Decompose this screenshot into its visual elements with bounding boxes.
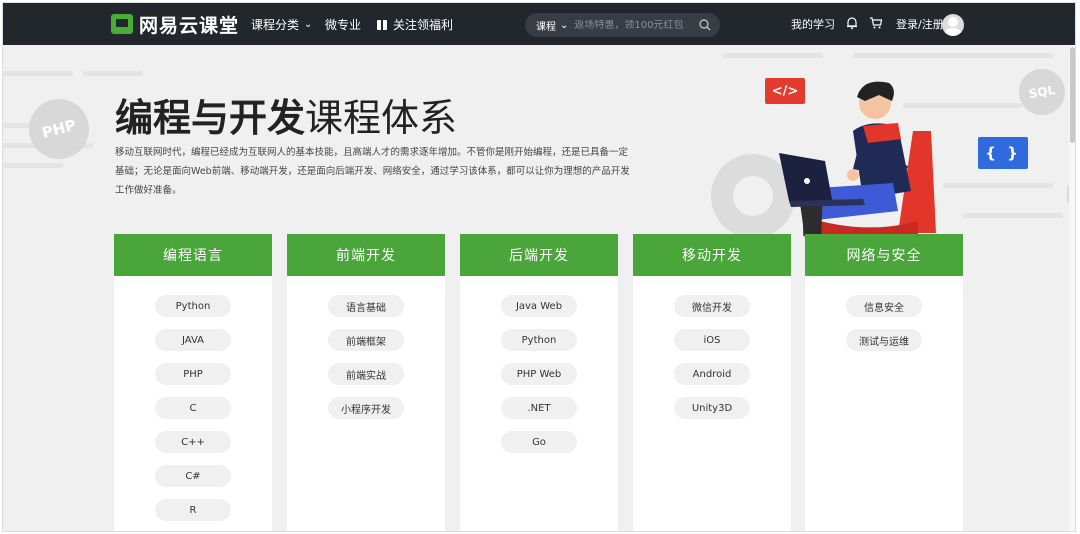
category-item-pill[interactable]: Python — [501, 329, 577, 351]
avatar[interactable] — [942, 14, 964, 36]
category-item-pill[interactable]: PHP Web — [501, 363, 577, 385]
category-card-title[interactable]: 移动开发 — [633, 234, 791, 276]
top-navigation-bar: 网易云课堂 课程分类 ⌄ 微专业 关注领福利 课程 ⌄ 我的学习 — [3, 3, 1075, 45]
category-item-list: Python JAVA PHP C C++ C# R — [114, 276, 272, 521]
logo-text: 网易云课堂 — [139, 14, 240, 37]
category-card: 网络与安全信息安全测试与运维 — [805, 234, 963, 531]
category-item-pill[interactable]: 测试与运维 — [846, 329, 922, 351]
nav-course-category-label: 课程分类 — [251, 18, 300, 32]
category-item-pill[interactable]: 小程序开发 — [328, 397, 404, 419]
category-item-list: 微信开发 iOS Android Unity3D — [633, 276, 791, 419]
category-item-list: 信息安全 测试与运维 — [805, 276, 963, 351]
category-item-pill[interactable]: C++ — [155, 431, 231, 453]
category-item-pill[interactable]: 语言基础 — [328, 295, 404, 317]
cart-icon[interactable] — [869, 16, 883, 30]
bg-line — [83, 71, 143, 76]
bg-line — [3, 71, 73, 76]
bg-line — [723, 53, 823, 58]
nav-course-category[interactable]: 课程分类 ⌄ — [251, 16, 312, 33]
category-item-pill[interactable]: JAVA — [155, 329, 231, 351]
category-card-title[interactable]: 后端开发 — [460, 234, 618, 276]
bg-line — [3, 163, 63, 168]
category-item-pill[interactable]: Java Web — [501, 295, 577, 317]
category-card: 后端开发 Java Web Python PHP Web .NET Go — [460, 234, 618, 531]
sql-badge: SQL — [1015, 65, 1069, 119]
category-item-pill[interactable]: C — [155, 397, 231, 419]
page-description: 移动互联网时代，编程已经成为互联网人的基本技能，且高端人才的需求逐年增加。不管你… — [115, 147, 630, 196]
category-item-pill[interactable]: iOS — [674, 329, 750, 351]
category-item-pill[interactable]: PHP — [155, 363, 231, 385]
category-card: 移动开发微信开发 iOS Android Unity3D — [633, 234, 791, 531]
developer-illustration — [711, 81, 936, 239]
bg-line — [943, 183, 1053, 188]
nav-follow-gift-label: 关注领福利 — [393, 18, 454, 32]
category-card: 编程语言 Python JAVA PHP C C++ C# R — [114, 234, 272, 531]
category-item-pill[interactable]: 前端实战 — [328, 363, 404, 385]
category-card: 前端开发语言基础前端框架前端实战小程序开发 — [287, 234, 445, 531]
category-item-pill[interactable]: C# — [155, 465, 231, 487]
chevron-down-icon: ⌄ — [560, 19, 569, 31]
category-card-title[interactable]: 前端开发 — [287, 234, 445, 276]
bell-icon[interactable] — [845, 16, 859, 30]
category-item-pill[interactable]: Android — [674, 363, 750, 385]
scrollbar-thumb[interactable] — [1070, 47, 1075, 143]
category-card-title[interactable]: 编程语言 — [114, 234, 272, 276]
category-item-pill[interactable]: 信息安全 — [846, 295, 922, 317]
nav-micro-major[interactable]: 微专业 — [325, 16, 361, 33]
site-logo[interactable]: 网易云课堂 — [111, 12, 240, 37]
search-box: 课程 ⌄ — [525, 13, 720, 37]
my-study-link[interactable]: 我的学习 — [791, 16, 835, 32]
page-frame: 网易云课堂 课程分类 ⌄ 微专业 关注领福利 课程 ⌄ 我的学习 — [2, 2, 1076, 532]
bg-line — [963, 213, 1063, 218]
category-item-pill[interactable]: Go — [501, 431, 577, 453]
category-item-pill[interactable]: Unity3D — [674, 397, 750, 419]
page-title: 编程与开发课程体系 — [115, 87, 457, 142]
search-input[interactable] — [574, 19, 695, 31]
category-item-list: Java Web Python PHP Web .NET Go — [460, 276, 618, 453]
category-card-title[interactable]: 网络与安全 — [805, 234, 963, 276]
search-icon[interactable] — [698, 18, 712, 32]
php-badge: PHP — [22, 92, 96, 166]
page-title-light: 课程体系 — [305, 96, 458, 140]
brace-badge: { } — [978, 137, 1028, 169]
bg-line — [853, 53, 1053, 58]
category-item-pill[interactable]: 微信开发 — [674, 295, 750, 317]
nav-micro-major-label: 微专业 — [325, 18, 362, 32]
category-item-pill[interactable]: R — [155, 499, 231, 521]
nav-follow-gift[interactable]: 关注领福利 — [377, 16, 453, 33]
login-register-link[interactable]: 登录/注册 — [896, 16, 944, 32]
page-title-bold: 编程与开发 — [115, 96, 306, 140]
search-type-dropdown[interactable]: 课程 ⌄ — [536, 18, 568, 33]
category-item-pill[interactable]: Python — [155, 295, 231, 317]
logo-icon — [111, 14, 133, 34]
category-item-list: 语言基础前端框架前端实战小程序开发 — [287, 276, 445, 419]
search-type-label: 课程 — [536, 21, 556, 33]
category-item-pill[interactable]: .NET — [501, 397, 577, 419]
chevron-down-icon: ⌄ — [304, 19, 313, 30]
gift-icon — [377, 19, 387, 30]
category-item-pill[interactable]: 前端框架 — [328, 329, 404, 351]
